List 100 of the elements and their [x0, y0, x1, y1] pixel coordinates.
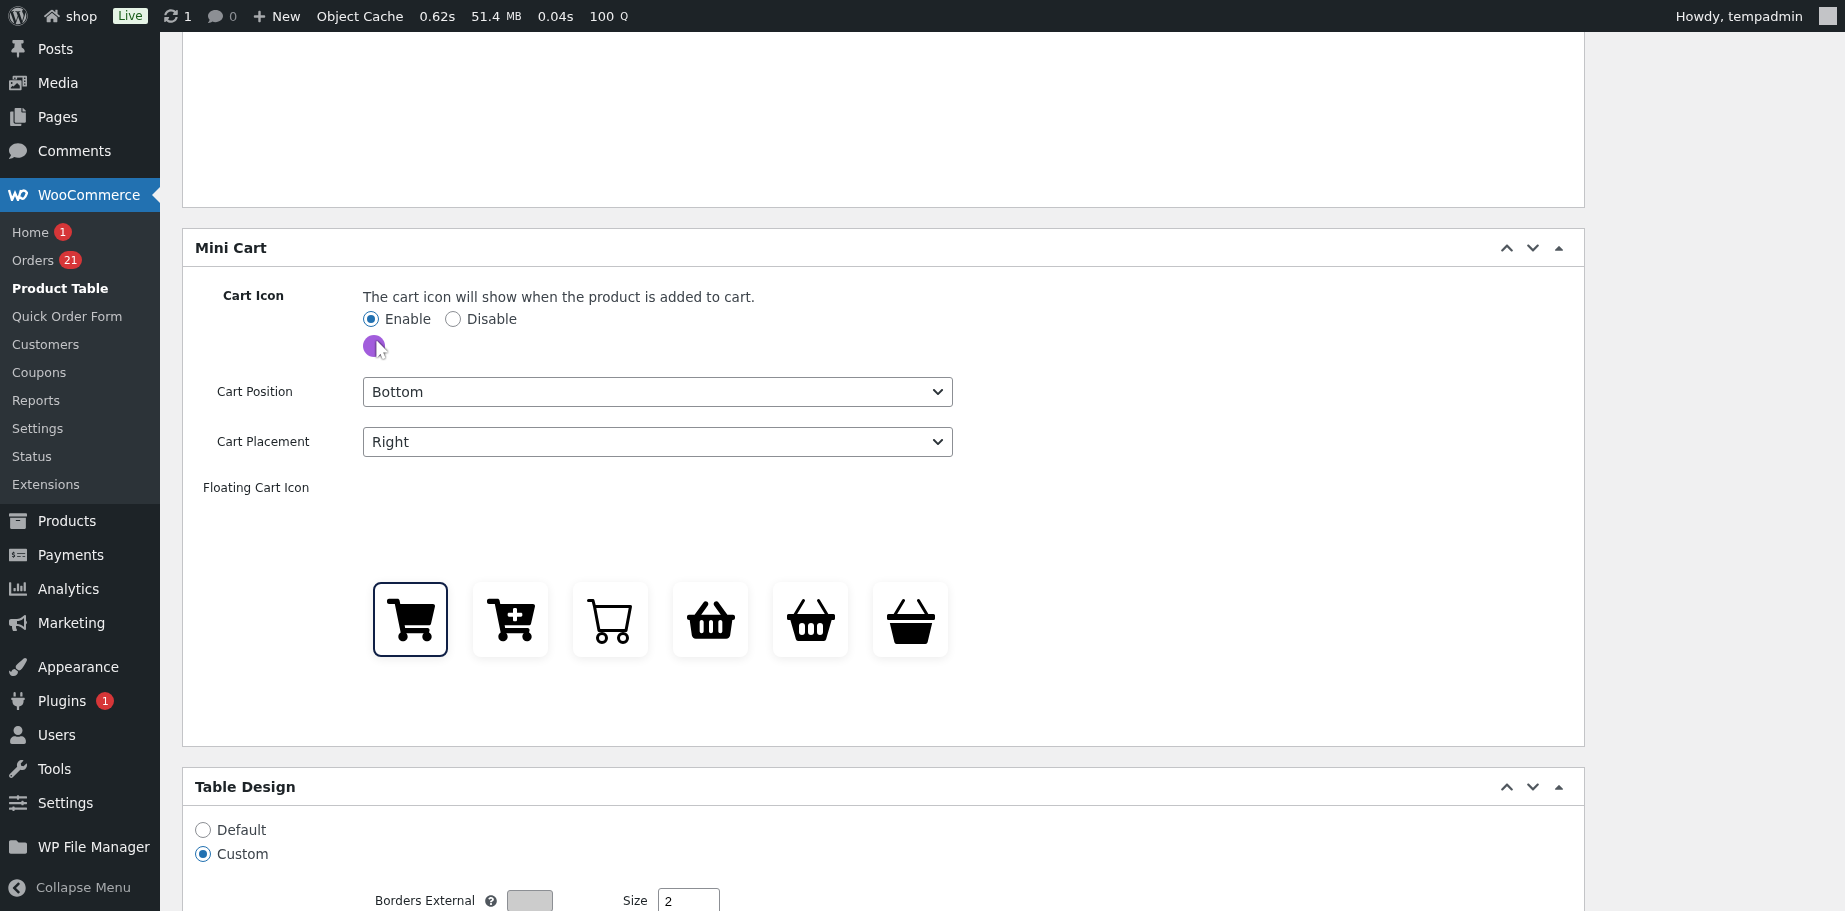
sidebar-item[interactable]: Products [0, 504, 160, 538]
menu-icon [9, 546, 27, 564]
size-input[interactable]: 2 [657, 888, 720, 911]
sidebar-label: Settings [38, 795, 94, 811]
sidebar-label: Plugins [38, 693, 87, 709]
icon-option[interactable] [473, 582, 548, 657]
sidebar-label: Marketing [38, 615, 106, 631]
field-label: Size [622, 894, 648, 908]
sidebar-label: WP File Manager [38, 839, 150, 855]
radio-option[interactable]: Disable [445, 311, 518, 327]
menu-icon [9, 658, 27, 676]
field-label: Cart Placement [216, 435, 311, 449]
submenu-item[interactable]: Coupons [0, 358, 160, 386]
menu-icon [9, 142, 27, 160]
sidebar-label: Products [38, 513, 97, 529]
field-label: Borders External [375, 894, 476, 908]
sidebar-label: Users [38, 727, 76, 743]
submenu-item[interactable]: Quick Order Form [0, 302, 160, 330]
submenu-item[interactable]: Home 1 [0, 218, 160, 246]
plus-icon [253, 9, 267, 23]
menu-icon [9, 108, 27, 126]
radio-option[interactable]: Default [195, 822, 1572, 838]
sidebar-item[interactable]: Media [0, 66, 160, 100]
menu-icon [9, 760, 27, 778]
sidebar-label: Analytics [38, 581, 100, 597]
submenu-item[interactable]: Extensions [0, 470, 160, 498]
sidebar-item[interactable]: Users [0, 718, 160, 752]
field-label: Cart Icon [222, 289, 286, 303]
home-icon [44, 8, 60, 24]
count-badge: 1 [53, 223, 72, 241]
sidebar-item[interactable]: WP File Manager [0, 830, 160, 864]
field-description: The cart icon will show when the product is added to cart. [363, 289, 756, 305]
sidebar-item[interactable]: Marketing [0, 606, 160, 640]
wordpress-logo-icon[interactable] [8, 6, 28, 26]
object-cache-link[interactable]: Object Cache [316, 8, 404, 24]
submenu-label: Quick Order Form [12, 308, 123, 324]
collapse-menu-button[interactable]: Collapse Menu [0, 874, 160, 901]
icon-option[interactable] [373, 582, 448, 657]
icon-option[interactable] [773, 582, 848, 657]
icon-option[interactable] [573, 582, 648, 657]
sidebar-item[interactable]: Payments [0, 538, 160, 572]
submenu-label: Reports [12, 392, 60, 408]
updates-icon [163, 9, 178, 23]
sidebar-item[interactable]: WooCommerce [0, 178, 160, 212]
sidebar-item[interactable]: Settings [0, 786, 160, 820]
query-stat[interactable]: 100 Q [589, 8, 629, 24]
sidebar-item[interactable]: Tools [0, 752, 160, 786]
dropdown-select[interactable]: Bottom [363, 377, 953, 407]
color-swatch[interactable] [507, 890, 554, 911]
submenu-label: Orders [12, 252, 55, 268]
site-link[interactable]: shop [44, 8, 98, 24]
submenu-item[interactable]: Customers [0, 330, 160, 358]
submenu-label: Extensions [12, 476, 80, 492]
icon-option[interactable] [673, 582, 748, 657]
live-badge: Live [113, 8, 148, 24]
sidebar-label: Payments [38, 547, 105, 563]
field-label: Cart Position [216, 385, 294, 399]
submenu-label: Home [12, 224, 49, 240]
menu-icon [9, 794, 27, 812]
sidebar-label: Pages [38, 109, 78, 125]
sidebar-label: Appearance [38, 659, 120, 675]
submenu-item[interactable]: Orders 21 [0, 246, 160, 274]
submenu-label: Settings [12, 420, 64, 436]
dropdown-select[interactable]: Right [363, 427, 953, 457]
menu-icon [9, 692, 27, 710]
submenu-item[interactable]: Settings [0, 414, 160, 442]
submenu-item[interactable]: Product Table [0, 274, 160, 302]
menu-icon [9, 580, 27, 598]
sidebar-item[interactable]: Plugins 1 [0, 684, 160, 718]
radio-option[interactable]: Custom [195, 846, 1572, 862]
sidebar-item[interactable]: Pages [0, 100, 160, 134]
submenu-label: Status [12, 448, 52, 464]
menu-icon [9, 726, 27, 744]
sidebar-item[interactable]: Analytics [0, 572, 160, 606]
sidebar-label: Media [38, 75, 79, 91]
updates-link[interactable]: 1 [163, 8, 192, 24]
menu-icon [9, 40, 27, 58]
panel-title: Table Design [195, 778, 297, 795]
submenu-item[interactable]: Status [0, 442, 160, 470]
sidebar-item[interactable]: Posts [0, 32, 160, 66]
icon-option[interactable] [873, 582, 948, 657]
query-stat[interactable]: 0.04s [537, 8, 574, 24]
menu-icon [9, 838, 27, 856]
count-badge: 1 [96, 692, 115, 710]
submenu-item[interactable]: Reports [0, 386, 160, 414]
sidebar-label: WooCommerce [38, 187, 141, 203]
account-link[interactable]: Howdy, tempadmin [1675, 8, 1803, 24]
query-stat[interactable]: 0.62s [419, 8, 456, 24]
comments-link[interactable]: 0 [208, 8, 238, 24]
menu-icon [9, 614, 27, 632]
chevron-icon [932, 436, 944, 448]
woo-logo-icon [8, 189, 28, 201]
menu-icon [9, 512, 27, 530]
new-link[interactable]: New [253, 8, 301, 24]
submenu-label: Coupons [12, 364, 67, 380]
query-stat[interactable]: 51.4 MB [471, 8, 522, 24]
help-icon[interactable] [485, 895, 498, 907]
sidebar-item[interactable]: Appearance [0, 650, 160, 684]
radio-option[interactable]: Enable [363, 311, 431, 327]
sidebar-item[interactable]: Comments [0, 134, 160, 168]
